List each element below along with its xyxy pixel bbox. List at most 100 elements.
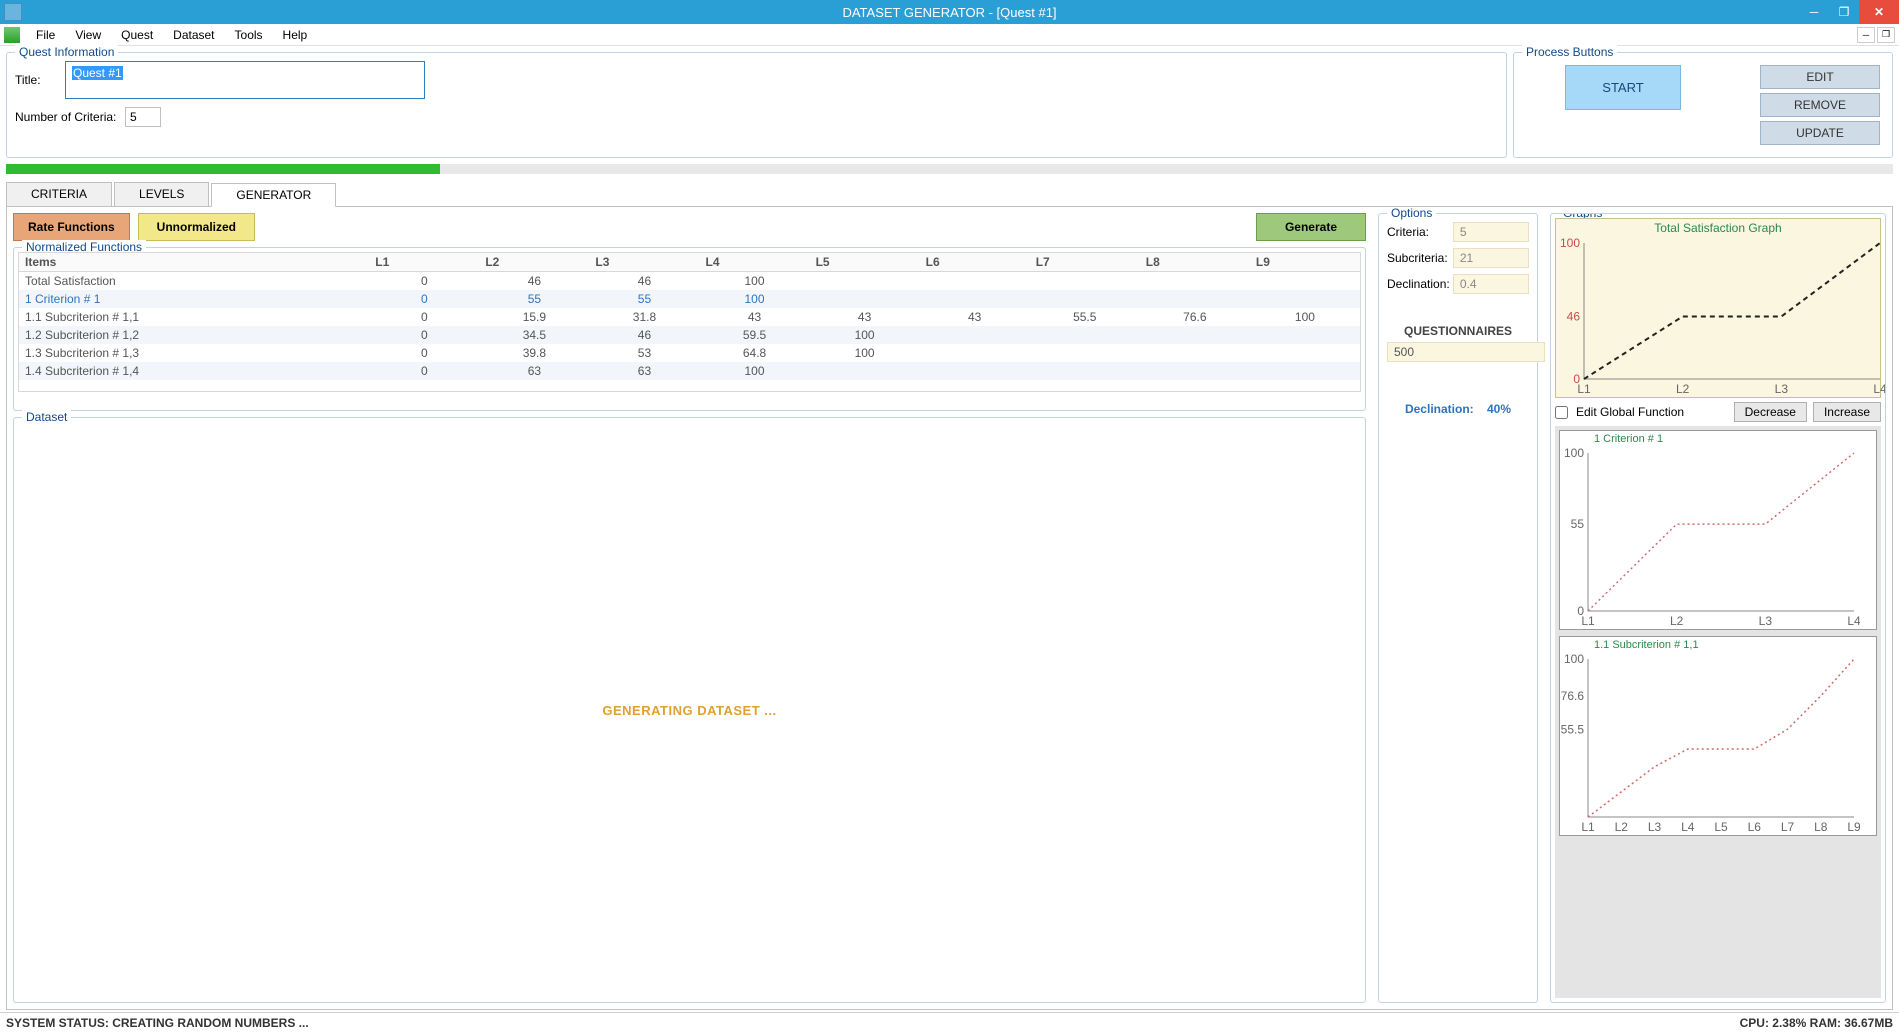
- cell: [920, 272, 1030, 291]
- tab-criteria[interactable]: CRITERIA: [6, 182, 112, 206]
- criteria-label: Criteria:: [1387, 225, 1453, 239]
- menu-help[interactable]: Help: [273, 26, 318, 44]
- cell: 0: [369, 308, 479, 326]
- tab-levels[interactable]: LEVELS: [114, 182, 209, 206]
- criteria-count-label: Number of Criteria:: [15, 110, 125, 124]
- col-l8[interactable]: L8: [1140, 253, 1250, 272]
- table-row[interactable]: 1.2 Subcriterion # 1,2034.54659.5100: [19, 326, 1360, 344]
- row-name: 1.2 Subcriterion # 1,2: [19, 326, 369, 344]
- options-legend: Options: [1387, 206, 1436, 220]
- cell: 0: [369, 272, 479, 291]
- table-row[interactable]: 1.1 Subcriterion # 1,1015.931.843434355.…: [19, 308, 1360, 326]
- dataset-legend: Dataset: [22, 410, 71, 424]
- close-button[interactable]: ✕: [1859, 0, 1899, 24]
- svg-text:L6: L6: [1748, 820, 1762, 833]
- svg-text:L7: L7: [1781, 820, 1795, 833]
- cell: 34.5: [479, 326, 589, 344]
- questionnaires-label: QUESTIONNAIRES: [1387, 324, 1529, 338]
- col-l3[interactable]: L3: [589, 253, 699, 272]
- cell: 100: [810, 326, 920, 344]
- col-l2[interactable]: L2: [479, 253, 589, 272]
- cell: [1250, 362, 1360, 380]
- cell: 59.5: [699, 326, 809, 344]
- mini-graphs-scroll[interactable]: 1 Criterion # 1 055100L1L2L3L4 1.1 Subcr…: [1555, 426, 1881, 998]
- cell: [1030, 344, 1140, 362]
- cell: 100: [699, 272, 809, 291]
- nf-table: ItemsL1L2L3L4L5L6L7L8L9 Total Satisfacti…: [19, 253, 1360, 380]
- menu-quest[interactable]: Quest: [111, 26, 163, 44]
- col-l7[interactable]: L7: [1030, 253, 1140, 272]
- svg-text:L9: L9: [1847, 820, 1860, 833]
- cell: 55: [589, 290, 699, 308]
- col-items[interactable]: Items: [19, 253, 369, 272]
- cell: 0: [369, 326, 479, 344]
- quest-info-legend: Quest Information: [15, 45, 118, 59]
- menu-file[interactable]: File: [26, 26, 65, 44]
- table-row[interactable]: 1.3 Subcriterion # 1,3039.85364.8100: [19, 344, 1360, 362]
- decrease-button[interactable]: Decrease: [1734, 402, 1807, 422]
- col-l9[interactable]: L9: [1250, 253, 1360, 272]
- svg-text:100: 100: [1560, 237, 1580, 250]
- remove-button[interactable]: REMOVE: [1760, 93, 1880, 117]
- menu-dataset[interactable]: Dataset: [163, 26, 224, 44]
- svg-text:55: 55: [1571, 517, 1585, 531]
- status-right: CPU: 2.38% RAM: 36.67MB: [1740, 1016, 1893, 1030]
- svg-text:L1: L1: [1577, 382, 1591, 395]
- col-l6[interactable]: L6: [920, 253, 1030, 272]
- maximize-button[interactable]: ❐: [1829, 0, 1859, 24]
- menu-tools[interactable]: Tools: [225, 26, 273, 44]
- menubar: File View Quest Dataset Tools Help ─ ❐: [0, 24, 1899, 46]
- criteria-count-input[interactable]: [125, 107, 161, 127]
- svg-text:L1: L1: [1581, 820, 1595, 833]
- main-chart-svg: 046100L1L2L3L4: [1556, 237, 1886, 395]
- edit-global-checkbox[interactable]: [1555, 406, 1568, 419]
- cell: [1140, 362, 1250, 380]
- title-input[interactable]: Quest #1: [72, 66, 123, 80]
- cell: 100: [1250, 308, 1360, 326]
- statusbar: SYSTEM STATUS: CREATING RANDOM NUMBERS .…: [0, 1012, 1899, 1032]
- nf-table-scroll[interactable]: ItemsL1L2L3L4L5L6L7L8L9 Total Satisfacti…: [18, 252, 1361, 392]
- increase-button[interactable]: Increase: [1813, 402, 1881, 422]
- edit-button[interactable]: EDIT: [1760, 65, 1880, 89]
- cell: [1030, 326, 1140, 344]
- col-l4[interactable]: L4: [699, 253, 809, 272]
- dataset-message: GENERATING DATASET ...: [602, 703, 776, 718]
- start-button[interactable]: START: [1565, 65, 1680, 110]
- col-l1[interactable]: L1: [369, 253, 479, 272]
- rate-functions-button[interactable]: Rate Functions: [13, 213, 130, 241]
- svg-text:L8: L8: [1814, 820, 1828, 833]
- table-row[interactable]: Total Satisfaction04646100: [19, 272, 1360, 291]
- subcriteria-label: Subcriteria:: [1387, 251, 1453, 265]
- questionnaires-input[interactable]: [1387, 342, 1545, 362]
- tab-generator[interactable]: GENERATOR: [211, 183, 336, 207]
- main-graph: Total Satisfaction Graph 046100L1L2L3L4: [1555, 218, 1881, 398]
- cell: 0: [369, 344, 479, 362]
- table-row[interactable]: 1.4 Subcriterion # 1,406363100: [19, 362, 1360, 380]
- col-l5[interactable]: L5: [810, 253, 920, 272]
- table-row[interactable]: 1 Criterion # 105555100: [19, 290, 1360, 308]
- cell: 46: [589, 272, 699, 291]
- svg-text:L3: L3: [1648, 820, 1662, 833]
- mdi-restore-button[interactable]: ❐: [1877, 27, 1895, 43]
- svg-text:46: 46: [1567, 309, 1581, 323]
- svg-text:76.6: 76.6: [1561, 689, 1585, 703]
- generate-button[interactable]: Generate: [1256, 213, 1366, 241]
- cell: 100: [699, 362, 809, 380]
- mini-graph-1-svg: 055100L1L2L3L4: [1560, 447, 1860, 627]
- cell: 43: [810, 308, 920, 326]
- update-button[interactable]: UPDATE: [1760, 121, 1880, 145]
- unnormalized-button[interactable]: Unnormalized: [138, 213, 255, 241]
- minimize-button[interactable]: ─: [1799, 0, 1829, 24]
- cell: 43: [920, 308, 1030, 326]
- declination-value: 0.4: [1453, 274, 1529, 294]
- cell: [810, 272, 920, 291]
- menu-view[interactable]: View: [65, 26, 111, 44]
- mdi-icon: [4, 27, 20, 43]
- cell: [920, 362, 1030, 380]
- mdi-minimize-button[interactable]: ─: [1857, 27, 1875, 43]
- titlebar: DATASET GENERATOR - [Quest #1] ─ ❐ ✕: [0, 0, 1899, 24]
- cell: 0: [369, 362, 479, 380]
- mini-graph-2-svg: 55.576.6100L1L2L3L4L5L6L7L8L9: [1560, 653, 1860, 833]
- row-name: 1.1 Subcriterion # 1,1: [19, 308, 369, 326]
- row-name: 1.3 Subcriterion # 1,3: [19, 344, 369, 362]
